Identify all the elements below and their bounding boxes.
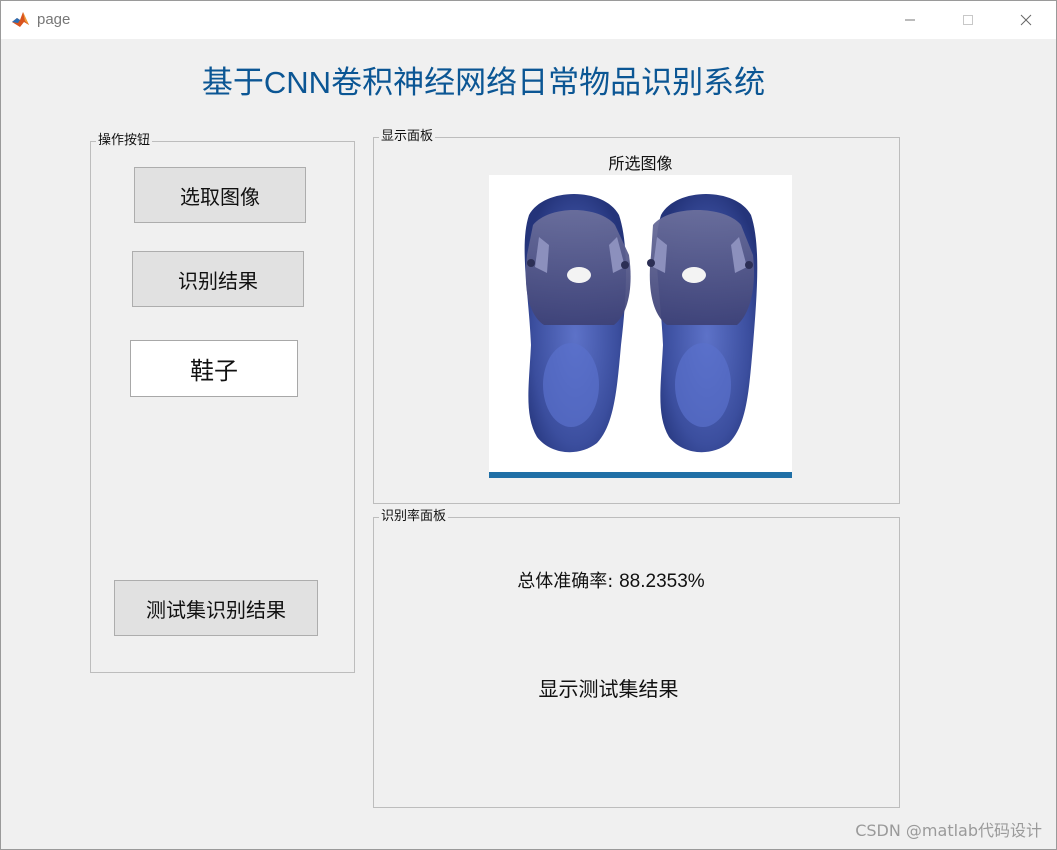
watermark: CSDN @matlab代码设计: [855, 821, 1042, 840]
test-set-result-text: 显示测试集结果: [538, 677, 679, 701]
accuracy-label: 总体准确率:: [517, 571, 614, 592]
test-set-result-button[interactable]: 测试集识别结果: [114, 580, 318, 636]
app-title: 基于CNN卷积神经网络日常物品识别系统: [201, 65, 766, 100]
title-bar[interactable]: page: [1, 1, 1056, 39]
close-icon: [1020, 14, 1032, 26]
minimize-icon: [904, 14, 916, 26]
maximize-icon: [962, 14, 974, 26]
selected-image: [489, 175, 792, 478]
ops-panel-title: 操作按钮: [96, 133, 153, 149]
rate-panel: 识别率面板: [373, 509, 900, 808]
recognize-button[interactable]: 识别结果: [132, 251, 304, 307]
accuracy-value: 88.2353%: [619, 571, 705, 592]
app-window: page 基于CNN卷积神经网络日常物品识别系统 操作按钮 选取图像 识别结果: [0, 0, 1057, 850]
rate-panel-title: 识别率面板: [379, 509, 449, 525]
image-caption: 所选图像: [608, 154, 673, 173]
recognition-result-field: 鞋子: [130, 340, 298, 397]
window-title: page: [37, 11, 71, 28]
select-image-button[interactable]: 选取图像: [134, 167, 306, 223]
maximize-button[interactable]: [940, 1, 996, 39]
matlab-logo-icon: [11, 10, 30, 29]
display-panel-title: 显示面板: [379, 129, 436, 145]
accuracy-readout: 总体准确率: 88.2353%: [421, 567, 801, 593]
right-slipper-graphic: [647, 194, 758, 453]
minimize-button[interactable]: [882, 1, 938, 39]
close-button[interactable]: [998, 1, 1054, 39]
